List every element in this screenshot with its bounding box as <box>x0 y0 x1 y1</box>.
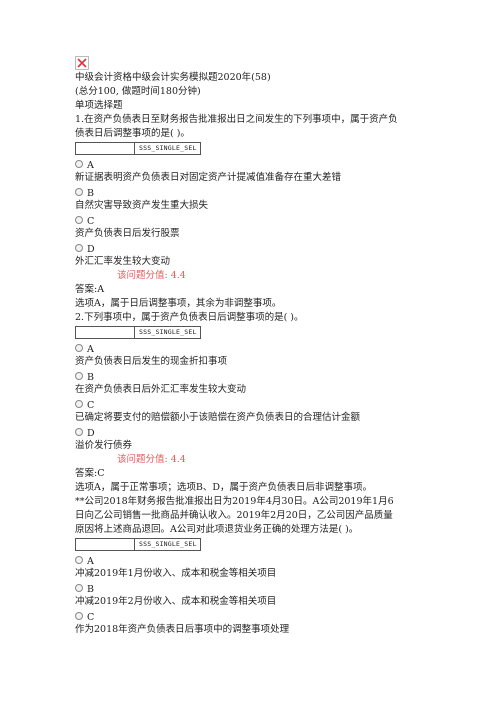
option-text: 冲减2019年2月份收入、成本和税金等相关项目 <box>75 596 277 607</box>
option-c[interactable]: C <box>75 609 475 623</box>
option-letter: D <box>87 244 95 255</box>
option-text: 作为2018年资产负债表日后事项中的调整事项处理 <box>75 624 290 635</box>
section-heading: 单项选择题 <box>75 100 123 111</box>
answer-input-box[interactable] <box>75 326 134 339</box>
option-letter: A <box>87 556 94 567</box>
broken-image-icon <box>75 56 89 70</box>
option-letter: B <box>87 372 94 383</box>
exam-subtitle: (总分100, 做题时间180分钟) <box>75 86 201 97</box>
question-stem-line: 1.在资产负债表日至财务报告批准报出日之间发生的下列事项中，属于资产负 <box>75 114 398 125</box>
answer-select[interactable]: SSS_SINGLE_SEL <box>75 326 475 339</box>
option-letter: B <box>87 584 94 595</box>
question-stem-line: 原因将上述商品退回。A公司对此项退货业务正确的处理方法是( )。 <box>75 524 359 535</box>
explanation: 选项A，属于日后调整事项，其余为非调整事项。 <box>75 298 282 309</box>
question-stem-line: **公司2018年财务报告批准报出日为2019年4月30日。A公司2019年1月… <box>75 496 394 507</box>
radio-icon[interactable] <box>75 160 83 168</box>
option-b[interactable]: B <box>75 581 475 595</box>
option-letter: A <box>87 160 94 171</box>
option-text: 外汇汇率发生较大变动 <box>75 256 171 267</box>
select-type-tag: SSS_SINGLE_SEL <box>134 538 201 551</box>
question-stem-line: 日向乙公司销售一批商品并确认收入。2019年2月20日，乙公司因产品质量 <box>75 510 393 521</box>
question-score: 该问题分值: 4.4 <box>117 454 186 465</box>
option-b[interactable]: B <box>75 185 475 199</box>
radio-icon[interactable] <box>75 372 83 380</box>
exam-title: 中级会计资格中级会计实务模拟题2020年(58) <box>75 72 271 83</box>
radio-icon[interactable] <box>75 556 83 564</box>
question-score: 该问题分值: 4.4 <box>117 270 186 281</box>
option-letter: A <box>87 344 94 355</box>
option-text: 溢价发行债券 <box>75 440 133 451</box>
option-d[interactable]: D <box>75 425 475 439</box>
select-type-tag: SSS_SINGLE_SEL <box>134 326 201 339</box>
answer-key: 答案:C <box>75 468 105 479</box>
option-a[interactable]: A <box>75 157 475 171</box>
answer-key: 答案:A <box>75 284 105 295</box>
option-c[interactable]: C <box>75 397 475 411</box>
option-letter: C <box>87 400 95 411</box>
answer-select[interactable]: SSS_SINGLE_SEL <box>75 538 475 551</box>
radio-icon[interactable] <box>75 400 83 408</box>
radio-icon[interactable] <box>75 216 83 224</box>
option-text: 冲减2019年1月份收入、成本和税金等相关项目 <box>75 568 277 579</box>
option-a[interactable]: A <box>75 553 475 567</box>
radio-icon[interactable] <box>75 244 83 252</box>
explanation: 选项A，属于正常事项；选项B、D，属于资产负债表日后非调整事项。 <box>75 482 372 493</box>
option-c[interactable]: C <box>75 213 475 227</box>
document-page: 中级会计资格中级会计实务模拟题2020年(58) (总分100, 做题时间180… <box>0 0 496 702</box>
option-text: 自然灾害导致资产发生重大损失 <box>75 200 209 211</box>
radio-icon[interactable] <box>75 344 83 352</box>
document-content: 中级会计资格中级会计实务模拟题2020年(58) (总分100, 做题时间180… <box>75 56 475 637</box>
option-text: 资产负债表日后发生的现金折扣事项 <box>75 356 228 367</box>
option-b[interactable]: B <box>75 369 475 383</box>
option-text: 已确定将要支付的赔偿额小于该赔偿在资产负债表日的合理估计金额 <box>75 412 361 423</box>
question-2: 2.下列事项中，属于资产负债表日后调整事项的是( )。 SSS_SINGLE_S… <box>75 311 475 495</box>
option-text: 新证据表明资产负债表日对固定资产计提减值准备存在重大差错 <box>75 172 342 183</box>
question-stem-line: 债表日后调整事项的是( )。 <box>75 128 190 139</box>
option-letter: C <box>87 216 95 227</box>
option-letter: D <box>87 428 95 439</box>
select-type-tag: SSS_SINGLE_SEL <box>134 142 201 155</box>
radio-icon[interactable] <box>75 584 83 592</box>
option-d[interactable]: D <box>75 241 475 255</box>
option-letter: B <box>87 188 94 199</box>
answer-select[interactable]: SSS_SINGLE_SEL <box>75 142 475 155</box>
option-a[interactable]: A <box>75 341 475 355</box>
question-3: **公司2018年财务报告批准报出日为2019年4月30日。A公司2019年1月… <box>75 495 475 637</box>
answer-input-box[interactable] <box>75 538 134 551</box>
radio-icon[interactable] <box>75 428 83 436</box>
question-stem-line: 2.下列事项中，属于资产负债表日后调整事项的是( )。 <box>75 312 304 323</box>
option-text: 在资产负债表日后外汇汇率发生较大变动 <box>75 384 247 395</box>
answer-input-box[interactable] <box>75 142 134 155</box>
option-text: 资产负债表日后发行股票 <box>75 228 180 239</box>
question-1: 1.在资产负债表日至财务报告批准报出日之间发生的下列事项中，属于资产负 债表日后… <box>75 113 475 311</box>
option-letter: C <box>87 612 95 623</box>
radio-icon[interactable] <box>75 188 83 196</box>
radio-icon[interactable] <box>75 612 83 620</box>
